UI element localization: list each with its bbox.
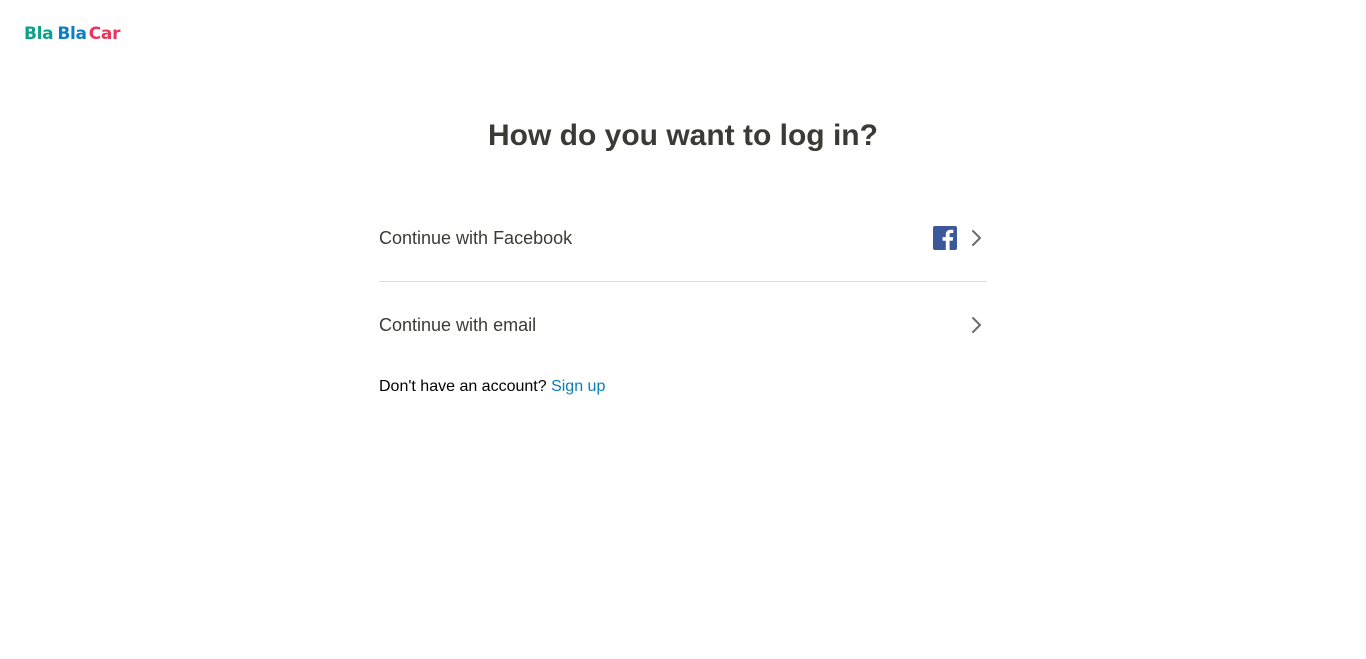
option-right-email	[969, 316, 987, 334]
chevron-right-icon	[972, 317, 981, 333]
blablacar-logo[interactable]: Bla Bla Car	[24, 23, 120, 45]
continue-with-email-button[interactable]: Continue with email	[379, 281, 987, 368]
option-label-facebook: Continue with Facebook	[379, 227, 573, 248]
logo-word-3: Car	[88, 24, 121, 44]
sign-up-link[interactable]: Sign up	[551, 378, 605, 395]
chevron-right-icon	[972, 230, 981, 246]
facebook-icon	[933, 226, 957, 250]
option-label-email: Continue with email	[379, 314, 537, 335]
signup-prompt-row: Don't have an account? Sign up	[379, 376, 605, 398]
continue-with-facebook-button[interactable]: Continue with Facebook	[379, 195, 987, 281]
logo-word-1: Bla	[24, 24, 54, 44]
page-title: How do you want to log in?	[488, 119, 878, 152]
logo-word-2: Bla	[57, 24, 87, 44]
login-options: Continue with Facebook Continue with ema…	[379, 195, 987, 368]
option-right-facebook	[933, 226, 987, 250]
signup-prompt-text: Don't have an account?	[379, 378, 547, 395]
